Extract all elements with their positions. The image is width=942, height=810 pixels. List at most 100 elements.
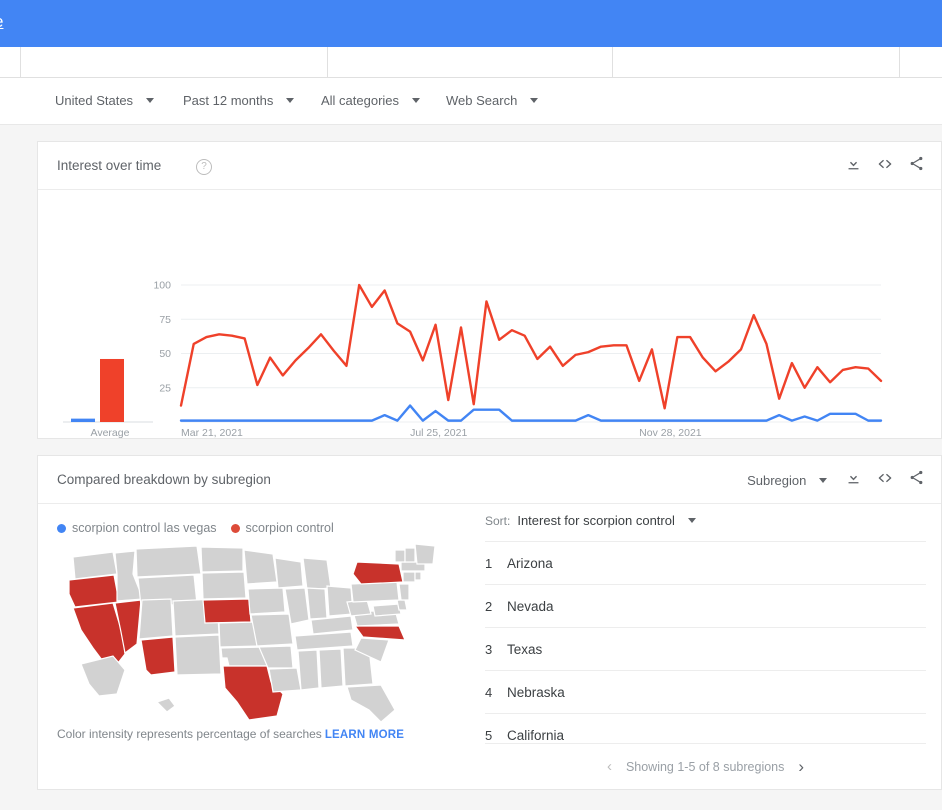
search-term-3[interactable] [613, 47, 898, 77]
chevron-down-icon [819, 477, 827, 483]
search-term-add[interactable] [900, 47, 942, 77]
map-state-nebraska[interactable] [202, 598, 252, 624]
question-mark-icon[interactable]: ? [196, 159, 212, 175]
map-state-arizona[interactable] [140, 636, 176, 676]
subregion-pager: ‹ Showing 1-5 of 8 subregions › [485, 743, 926, 789]
trends-page: e United States Past 12 months All categ… [0, 0, 942, 810]
svg-text:Jul 25, 2021: Jul 25, 2021 [410, 427, 467, 438]
region-name: Texas [507, 641, 543, 657]
filter-timerange[interactable]: Past 12 months [183, 91, 294, 111]
map-state-louisiana[interactable] [268, 667, 302, 693]
svg-text:Average: Average [91, 427, 130, 438]
interest-over-time-svg: Average 25 50 75 100 Mar 21, 2021 Jul 25, 2021… [63, 280, 883, 439]
map-state-mississippi[interactable] [297, 649, 320, 691]
map-state-new-hampshire[interactable] [404, 547, 416, 563]
sort-value[interactable]: Interest for scorpion control [517, 513, 696, 528]
embed-icon[interactable] [876, 155, 894, 178]
svg-text:50: 50 [159, 348, 171, 360]
map-state-oregon[interactable] [68, 574, 120, 608]
map-state-rhode-island[interactable] [414, 571, 422, 581]
table-row[interactable]: 3 Texas [485, 627, 926, 670]
map-state-new-mexico[interactable] [174, 634, 222, 676]
top-app-bar: e [0, 0, 942, 47]
sort-label: Sort: [485, 514, 511, 528]
search-term-2[interactable] [328, 47, 611, 77]
map-state-new-york[interactable] [352, 561, 404, 585]
map-state-utah[interactable] [138, 598, 174, 640]
share-icon[interactable] [908, 155, 925, 177]
chevron-down-icon [411, 98, 420, 104]
legend-color-dot [230, 523, 240, 533]
us-map-svg [68, 543, 436, 723]
rank-number: 4 [485, 684, 493, 700]
chevron-down-icon [687, 518, 696, 524]
chevron-left-icon[interactable]: ‹ [607, 759, 612, 774]
subregion-selector[interactable]: Subregion [747, 473, 827, 488]
map-state-wisconsin[interactable] [274, 557, 304, 589]
map-state-montana[interactable] [135, 545, 202, 578]
subregion-title: Compared breakdown by subregion [57, 472, 271, 487]
map-note-text: Color intensity represents percentage of… [57, 727, 322, 741]
map-state-iowa[interactable] [247, 587, 286, 615]
legend-color-dot [57, 523, 66, 533]
us-choropleth-map[interactable] [51, 543, 471, 729]
filter-timerange-label: Past 12 months [183, 93, 274, 108]
map-state-north-dakota[interactable] [200, 546, 244, 573]
map-state-hawaii[interactable] [155, 697, 176, 713]
table-row[interactable]: 2 Nevada [485, 584, 926, 627]
download-icon[interactable] [845, 469, 862, 491]
table-row[interactable]: 1 Arizona [485, 541, 926, 584]
subregion-header: Compared breakdown by subregion Subregio… [38, 456, 941, 504]
app-logo-text[interactable]: e [0, 12, 3, 32]
map-state-tennessee[interactable] [294, 631, 354, 651]
map-state-west-virginia[interactable] [346, 599, 372, 617]
region-name: Nebraska [507, 684, 565, 700]
map-state-maryland[interactable] [372, 603, 402, 617]
learn-more-link[interactable]: LEARN MORE [325, 729, 404, 741]
interest-over-time-header: Interest over time ? [38, 142, 941, 190]
map-state-indiana[interactable] [306, 587, 328, 620]
pager-text: Showing 1-5 of 8 subregions [625, 759, 785, 774]
chevron-right-icon[interactable]: › [798, 758, 804, 775]
download-icon[interactable] [845, 155, 862, 177]
chevron-down-icon [285, 98, 294, 104]
map-state-south-dakota[interactable] [201, 571, 247, 600]
search-term-1[interactable] [21, 47, 326, 77]
map-note: Color intensity represents percentage of… [57, 727, 404, 741]
map-state-connecticut[interactable] [402, 571, 416, 583]
subregion-selector-label: Subregion [747, 472, 807, 488]
filter-searchtype-label: Web Search [446, 93, 518, 108]
legend-item-0: scorpion control las vegas [57, 521, 217, 535]
map-state-missouri[interactable] [250, 613, 294, 647]
subregion-actions: Subregion [747, 468, 925, 492]
map-state-alaska[interactable] [80, 655, 126, 697]
rank-bar-track [801, 729, 923, 742]
map-state-delaware[interactable] [396, 599, 408, 611]
embed-icon[interactable] [876, 469, 894, 492]
legend-label: scorpion control [245, 521, 334, 535]
map-state-florida[interactable] [346, 684, 396, 723]
subregion-breakdown-card: Compared breakdown by subregion Subregio… [37, 455, 942, 790]
filter-category[interactable]: All categories [321, 91, 420, 111]
map-state-alabama[interactable] [318, 648, 344, 689]
map-state-new-jersey[interactable] [398, 583, 410, 601]
interest-over-time-chart: Average 25 50 75 100 Mar 21, 2021 Jul 25, 2021… [38, 190, 941, 439]
rank-bar-track [801, 686, 923, 699]
filter-location[interactable]: United States [55, 91, 154, 111]
map-state-minnesota[interactable] [243, 549, 278, 585]
sort-control[interactable]: Sort: Interest for scorpion control [485, 513, 696, 528]
table-row[interactable]: 4 Nebraska [485, 670, 926, 713]
rank-bar-track [801, 600, 923, 613]
subregion-rank-list: 1 Arizona 2 Nevada 3 Texas 4 Nebraska 5 Californi… [485, 541, 926, 756]
map-state-pennsylvania[interactable] [350, 581, 400, 603]
interest-over-time-actions [845, 154, 925, 178]
rank-bar-track [801, 643, 923, 656]
map-state-michigan[interactable] [302, 557, 332, 591]
map-state-vermont[interactable] [394, 549, 406, 563]
chevron-down-icon [529, 98, 538, 104]
svg-text:25: 25 [159, 382, 171, 394]
share-icon[interactable] [908, 469, 925, 491]
map-state-maine[interactable] [414, 543, 436, 565]
filter-searchtype[interactable]: Web Search [446, 91, 538, 111]
rank-number: 3 [485, 641, 493, 657]
